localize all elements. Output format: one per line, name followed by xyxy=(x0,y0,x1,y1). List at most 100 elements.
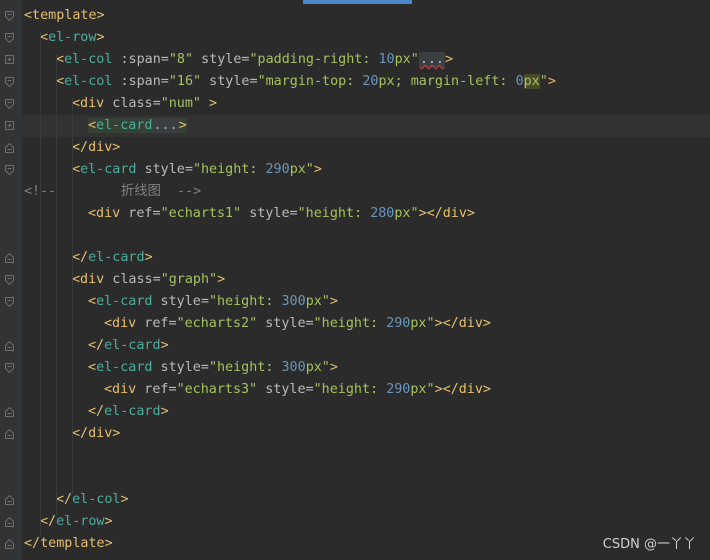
fold-end-icon[interactable] xyxy=(5,495,14,505)
code-line[interactable]: </el-row> xyxy=(5,511,710,533)
code-token: "height: xyxy=(313,382,387,397)
collapse-fold-icon[interactable] xyxy=(5,11,14,21)
code-token: </template> xyxy=(24,536,113,551)
code-token: < xyxy=(40,30,49,45)
code-line-content: <el-card style="height: 300px"> xyxy=(22,294,338,309)
code-line[interactable]: </el-col> xyxy=(5,489,710,511)
code-token: 300 xyxy=(281,360,306,375)
code-token: < xyxy=(88,294,97,309)
code-line[interactable]: <template> xyxy=(5,5,710,27)
code-line-content: </el-card> xyxy=(22,338,169,353)
expand-fold-icon[interactable] xyxy=(5,55,14,65)
code-token: > xyxy=(104,514,113,529)
code-line[interactable]: </el-card> xyxy=(5,401,710,423)
code-line-content: <el-card...> xyxy=(22,118,187,133)
code-line[interactable]: </div> xyxy=(5,137,710,159)
code-line-content: </el-col> xyxy=(22,492,129,507)
code-line[interactable]: <el-card...> xyxy=(5,115,710,137)
code-token: > xyxy=(547,74,556,89)
code-token: el-row xyxy=(48,30,97,45)
code-line[interactable]: </div> xyxy=(5,423,710,445)
code-line[interactable]: <div ref="echarts3" style="height: 290px… xyxy=(22,379,710,401)
indent-guide xyxy=(56,54,57,515)
code-line-content: <div ref="echarts1" style="height: 280px… xyxy=(22,206,475,221)
fold-end-icon[interactable] xyxy=(5,143,14,153)
fold-end-icon[interactable] xyxy=(5,539,14,549)
code-line[interactable]: <div ref="echarts2" style="height: 290px… xyxy=(22,313,710,335)
code-token: "16" xyxy=(168,74,202,89)
code-token: "height: xyxy=(192,162,266,177)
code-line[interactable]: <el-row> xyxy=(5,27,710,49)
code-token: ref= xyxy=(120,206,161,221)
code-line-content: <el-row> xyxy=(22,30,105,45)
code-line[interactable]: </el-card> xyxy=(5,247,710,269)
collapse-fold-icon[interactable] xyxy=(5,275,14,285)
code-line[interactable]: <el-card style="height: 300px"> xyxy=(5,291,710,313)
code-editor[interactable]: <template> <el-row> <el-col :span="8" styl… xyxy=(0,0,710,560)
code-line[interactable] xyxy=(22,225,710,247)
code-token: ></div> xyxy=(434,382,491,397)
code-token: ></div> xyxy=(418,206,475,221)
code-token: px; margin-left: xyxy=(378,74,516,89)
code-token: px xyxy=(523,74,540,89)
fold-end-icon[interactable] xyxy=(5,253,14,263)
code-token: > xyxy=(160,404,169,419)
code-line[interactable]: </el-card> xyxy=(5,335,710,357)
code-token: </ xyxy=(72,250,89,265)
code-token: style= xyxy=(152,360,209,375)
fold-end-icon[interactable] xyxy=(5,429,14,439)
collapse-fold-icon[interactable] xyxy=(5,77,14,87)
code-token: <div xyxy=(72,96,105,111)
code-line[interactable]: <el-col :span="8" style="padding-right: … xyxy=(5,49,710,71)
code-line[interactable] xyxy=(22,467,710,489)
code-line[interactable]: <el-col :span="16" style="margin-top: 20… xyxy=(5,71,710,93)
code-token: style= xyxy=(136,162,193,177)
code-token: style= xyxy=(201,74,258,89)
code-token: ... xyxy=(418,52,445,67)
fold-end-icon[interactable] xyxy=(5,341,14,351)
code-line-content: <el-card style="height: 290px"> xyxy=(22,162,322,177)
collapse-fold-icon[interactable] xyxy=(5,297,14,307)
code-line[interactable]: <div class="num" > xyxy=(5,93,710,115)
code-token: 280 xyxy=(370,206,395,221)
code-token: > xyxy=(120,492,129,507)
code-line[interactable]: <div ref="echarts1" style="height: 280px… xyxy=(22,203,710,225)
code-line-content: </el-row> xyxy=(22,514,113,529)
code-token: style= xyxy=(257,382,314,397)
code-area[interactable]: <template> <el-row> <el-col :span="8" styl… xyxy=(5,5,710,555)
code-token: :span= xyxy=(112,74,169,89)
code-token: "echarts2" xyxy=(176,316,258,331)
code-token: ... xyxy=(152,118,179,133)
code-line-content: <!-- 折线图 --> xyxy=(22,184,201,199)
code-token: <div xyxy=(104,382,137,397)
code-token: el-card xyxy=(104,404,161,419)
scroll-position-indicator xyxy=(303,0,412,4)
fold-end-icon[interactable] xyxy=(5,517,14,527)
code-token: el-card xyxy=(104,338,161,353)
code-line[interactable]: <!-- 折线图 --> xyxy=(22,181,710,203)
code-line[interactable]: <el-card style="height: 290px"> xyxy=(5,159,710,181)
collapse-fold-icon[interactable] xyxy=(5,99,14,109)
code-line[interactable]: <div class="graph"> xyxy=(5,269,710,291)
expand-fold-icon[interactable] xyxy=(5,121,14,131)
code-token: "8" xyxy=(168,52,194,67)
code-token: "height: xyxy=(208,360,282,375)
code-token: class= xyxy=(104,96,161,111)
code-token: > xyxy=(329,294,338,309)
collapse-fold-icon[interactable] xyxy=(5,33,14,43)
code-line-content xyxy=(22,228,24,243)
code-line[interactable]: <el-card style="height: 300px"> xyxy=(5,357,710,379)
fold-end-icon[interactable] xyxy=(5,407,14,417)
collapse-fold-icon[interactable] xyxy=(5,165,14,175)
code-line[interactable] xyxy=(22,445,710,467)
code-token: > xyxy=(96,30,105,45)
code-token: </div> xyxy=(72,140,121,155)
code-token: > xyxy=(160,338,169,353)
collapse-fold-icon[interactable] xyxy=(5,363,14,373)
code-token: <!-- 折线图 --> xyxy=(24,184,202,199)
code-token: </div> xyxy=(72,426,121,441)
code-token: > xyxy=(217,272,226,287)
code-token: px" xyxy=(410,382,435,397)
code-line-content: <div class="graph"> xyxy=(22,272,225,287)
watermark: CSDN @一丫丫 xyxy=(602,537,696,552)
